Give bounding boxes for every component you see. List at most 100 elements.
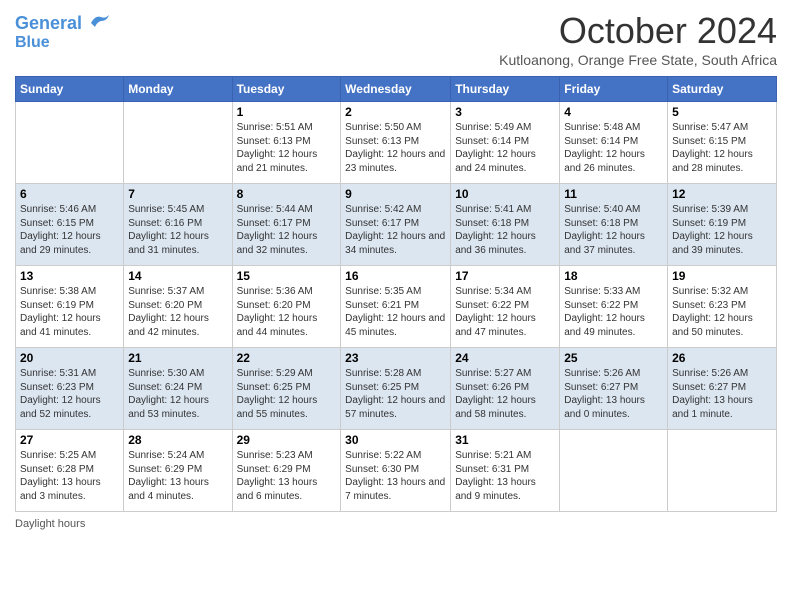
day-number: 13 (20, 269, 119, 283)
day-number: 27 (20, 433, 119, 447)
day-info: Sunrise: 5:40 AM Sunset: 6:18 PM Dayligh… (564, 203, 663, 257)
day-info: Sunrise: 5:30 AM Sunset: 6:24 PM Dayligh… (128, 367, 227, 421)
calendar-cell (668, 430, 777, 512)
day-of-week-header: Sunday (16, 77, 124, 102)
day-number: 16 (345, 269, 446, 283)
day-info: Sunrise: 5:46 AM Sunset: 6:15 PM Dayligh… (20, 203, 119, 257)
calendar-cell: 9 Sunrise: 5:42 AM Sunset: 6:17 PM Daylig… (341, 184, 451, 266)
day-info: Sunrise: 5:26 AM Sunset: 6:27 PM Dayligh… (672, 367, 772, 421)
page-header: General Blue October 2024 Kutloanong, Or… (15, 10, 777, 68)
day-number: 28 (128, 433, 227, 447)
day-number: 11 (564, 187, 663, 201)
day-number: 25 (564, 351, 663, 365)
day-number: 7 (128, 187, 227, 201)
day-number: 4 (564, 105, 663, 119)
day-number: 23 (345, 351, 446, 365)
calendar-cell: 27 Sunrise: 5:25 AM Sunset: 6:28 PM Dayli… (16, 430, 124, 512)
daylight-hours-label: Daylight hours (15, 518, 85, 530)
day-info: Sunrise: 5:29 AM Sunset: 6:25 PM Dayligh… (237, 367, 337, 421)
day-number: 29 (237, 433, 337, 447)
day-number: 26 (672, 351, 772, 365)
day-info: Sunrise: 5:23 AM Sunset: 6:29 PM Dayligh… (237, 449, 337, 503)
day-number: 30 (345, 433, 446, 447)
day-number: 5 (672, 105, 772, 119)
calendar-cell: 6 Sunrise: 5:46 AM Sunset: 6:15 PM Daylig… (16, 184, 124, 266)
day-info: Sunrise: 5:25 AM Sunset: 6:28 PM Dayligh… (20, 449, 119, 503)
day-number: 9 (345, 187, 446, 201)
calendar-cell: 15 Sunrise: 5:36 AM Sunset: 6:20 PM Dayli… (232, 266, 341, 348)
calendar-cell: 13Sunrise: 5:38 AM Sunset: 6:19 PM Dayli… (16, 266, 124, 348)
calendar-cell: 30 Sunrise: 5:22 AM Sunset: 6:30 PM Dayli… (341, 430, 451, 512)
day-of-week-header: Thursday (451, 77, 560, 102)
day-number: 24 (455, 351, 555, 365)
day-number: 8 (237, 187, 337, 201)
day-info: Sunrise: 5:22 AM Sunset: 6:30 PM Dayligh… (345, 449, 446, 503)
calendar-cell: 26 Sunrise: 5:26 AM Sunset: 6:27 PM Dayli… (668, 348, 777, 430)
day-number: 6 (20, 187, 119, 201)
calendar-cell: 17 Sunrise: 5:34 AM Sunset: 6:22 PM Dayli… (451, 266, 560, 348)
calendar-cell: 20 Sunrise: 5:31 AM Sunset: 6:23 PM Dayli… (16, 348, 124, 430)
calendar-cell: 12Sunrise: 5:39 AM Sunset: 6:19 PM Dayli… (668, 184, 777, 266)
day-number: 1 (237, 105, 337, 119)
day-number: 15 (237, 269, 337, 283)
title-block: October 2024 Kutloanong, Orange Free Sta… (499, 10, 777, 68)
day-info: Sunrise: 5:32 AM Sunset: 6:23 PM Dayligh… (672, 285, 772, 339)
month-title: October 2024 (499, 10, 777, 52)
calendar-cell: 7 Sunrise: 5:45 AM Sunset: 6:16 PM Daylig… (124, 184, 232, 266)
calendar-cell: 18Sunrise: 5:33 AM Sunset: 6:22 PM Dayli… (560, 266, 668, 348)
day-info: Sunrise: 5:47 AM Sunset: 6:15 PM Dayligh… (672, 121, 772, 175)
day-info: Sunrise: 5:50 AM Sunset: 6:13 PM Dayligh… (345, 121, 446, 175)
day-number: 17 (455, 269, 555, 283)
calendar-cell: 23Sunrise: 5:28 AM Sunset: 6:25 PM Dayli… (341, 348, 451, 430)
day-info: Sunrise: 5:41 AM Sunset: 6:18 PM Dayligh… (455, 203, 555, 257)
day-of-week-header: Saturday (668, 77, 777, 102)
day-number: 31 (455, 433, 555, 447)
day-of-week-header: Tuesday (232, 77, 341, 102)
calendar-cell: 3Sunrise: 5:49 AM Sunset: 6:14 PM Daylig… (451, 102, 560, 184)
calendar-cell: 4Sunrise: 5:48 AM Sunset: 6:14 PM Daylig… (560, 102, 668, 184)
calendar-cell: 21 Sunrise: 5:30 AM Sunset: 6:24 PM Dayli… (124, 348, 232, 430)
calendar-cell: 25Sunrise: 5:26 AM Sunset: 6:27 PM Dayli… (560, 348, 668, 430)
day-info: Sunrise: 5:31 AM Sunset: 6:23 PM Dayligh… (20, 367, 119, 421)
calendar-cell: 10 Sunrise: 5:41 AM Sunset: 6:18 PM Dayli… (451, 184, 560, 266)
calendar-cell: 31Sunrise: 5:21 AM Sunset: 6:31 PM Dayli… (451, 430, 560, 512)
calendar-cell: 29 Sunrise: 5:23 AM Sunset: 6:29 PM Dayli… (232, 430, 341, 512)
day-number: 22 (237, 351, 337, 365)
day-of-week-header: Friday (560, 77, 668, 102)
day-info: Sunrise: 5:34 AM Sunset: 6:22 PM Dayligh… (455, 285, 555, 339)
calendar-cell: 8Sunrise: 5:44 AM Sunset: 6:17 PM Daylig… (232, 184, 341, 266)
calendar-cell: 24 Sunrise: 5:27 AM Sunset: 6:26 PM Dayli… (451, 348, 560, 430)
day-info: Sunrise: 5:33 AM Sunset: 6:22 PM Dayligh… (564, 285, 663, 339)
day-info: Sunrise: 5:37 AM Sunset: 6:20 PM Dayligh… (128, 285, 227, 339)
day-number: 20 (20, 351, 119, 365)
logo: General Blue (15, 14, 111, 51)
day-number: 2 (345, 105, 446, 119)
calendar-cell (16, 102, 124, 184)
logo-bird-icon (89, 13, 111, 29)
day-info: Sunrise: 5:27 AM Sunset: 6:26 PM Dayligh… (455, 367, 555, 421)
day-info: Sunrise: 5:51 AM Sunset: 6:13 PM Dayligh… (237, 121, 337, 175)
calendar-cell: 2 Sunrise: 5:50 AM Sunset: 6:13 PM Daylig… (341, 102, 451, 184)
day-number: 14 (128, 269, 227, 283)
day-info: Sunrise: 5:39 AM Sunset: 6:19 PM Dayligh… (672, 203, 772, 257)
day-number: 10 (455, 187, 555, 201)
calendar-cell: 11 Sunrise: 5:40 AM Sunset: 6:18 PM Dayli… (560, 184, 668, 266)
location-title: Kutloanong, Orange Free State, South Afr… (499, 52, 777, 68)
day-of-week-header: Wednesday (341, 77, 451, 102)
calendar-cell: 22 Sunrise: 5:29 AM Sunset: 6:25 PM Dayli… (232, 348, 341, 430)
calendar-cell: 28Sunrise: 5:24 AM Sunset: 6:29 PM Dayli… (124, 430, 232, 512)
day-info: Sunrise: 5:45 AM Sunset: 6:16 PM Dayligh… (128, 203, 227, 257)
day-info: Sunrise: 5:42 AM Sunset: 6:17 PM Dayligh… (345, 203, 446, 257)
calendar-cell: 1 Sunrise: 5:51 AM Sunset: 6:13 PM Daylig… (232, 102, 341, 184)
day-number: 19 (672, 269, 772, 283)
day-number: 21 (128, 351, 227, 365)
footer: Daylight hours (15, 518, 777, 530)
calendar-table: SundayMondayTuesdayWednesdayThursdayFrid… (15, 76, 777, 512)
day-info: Sunrise: 5:36 AM Sunset: 6:20 PM Dayligh… (237, 285, 337, 339)
calendar-cell: 14 Sunrise: 5:37 AM Sunset: 6:20 PM Dayli… (124, 266, 232, 348)
day-info: Sunrise: 5:35 AM Sunset: 6:21 PM Dayligh… (345, 285, 446, 339)
calendar-cell: 19 Sunrise: 5:32 AM Sunset: 6:23 PM Dayli… (668, 266, 777, 348)
calendar-cell: 16 Sunrise: 5:35 AM Sunset: 6:21 PM Dayli… (341, 266, 451, 348)
day-of-week-header: Monday (124, 77, 232, 102)
calendar-cell (124, 102, 232, 184)
